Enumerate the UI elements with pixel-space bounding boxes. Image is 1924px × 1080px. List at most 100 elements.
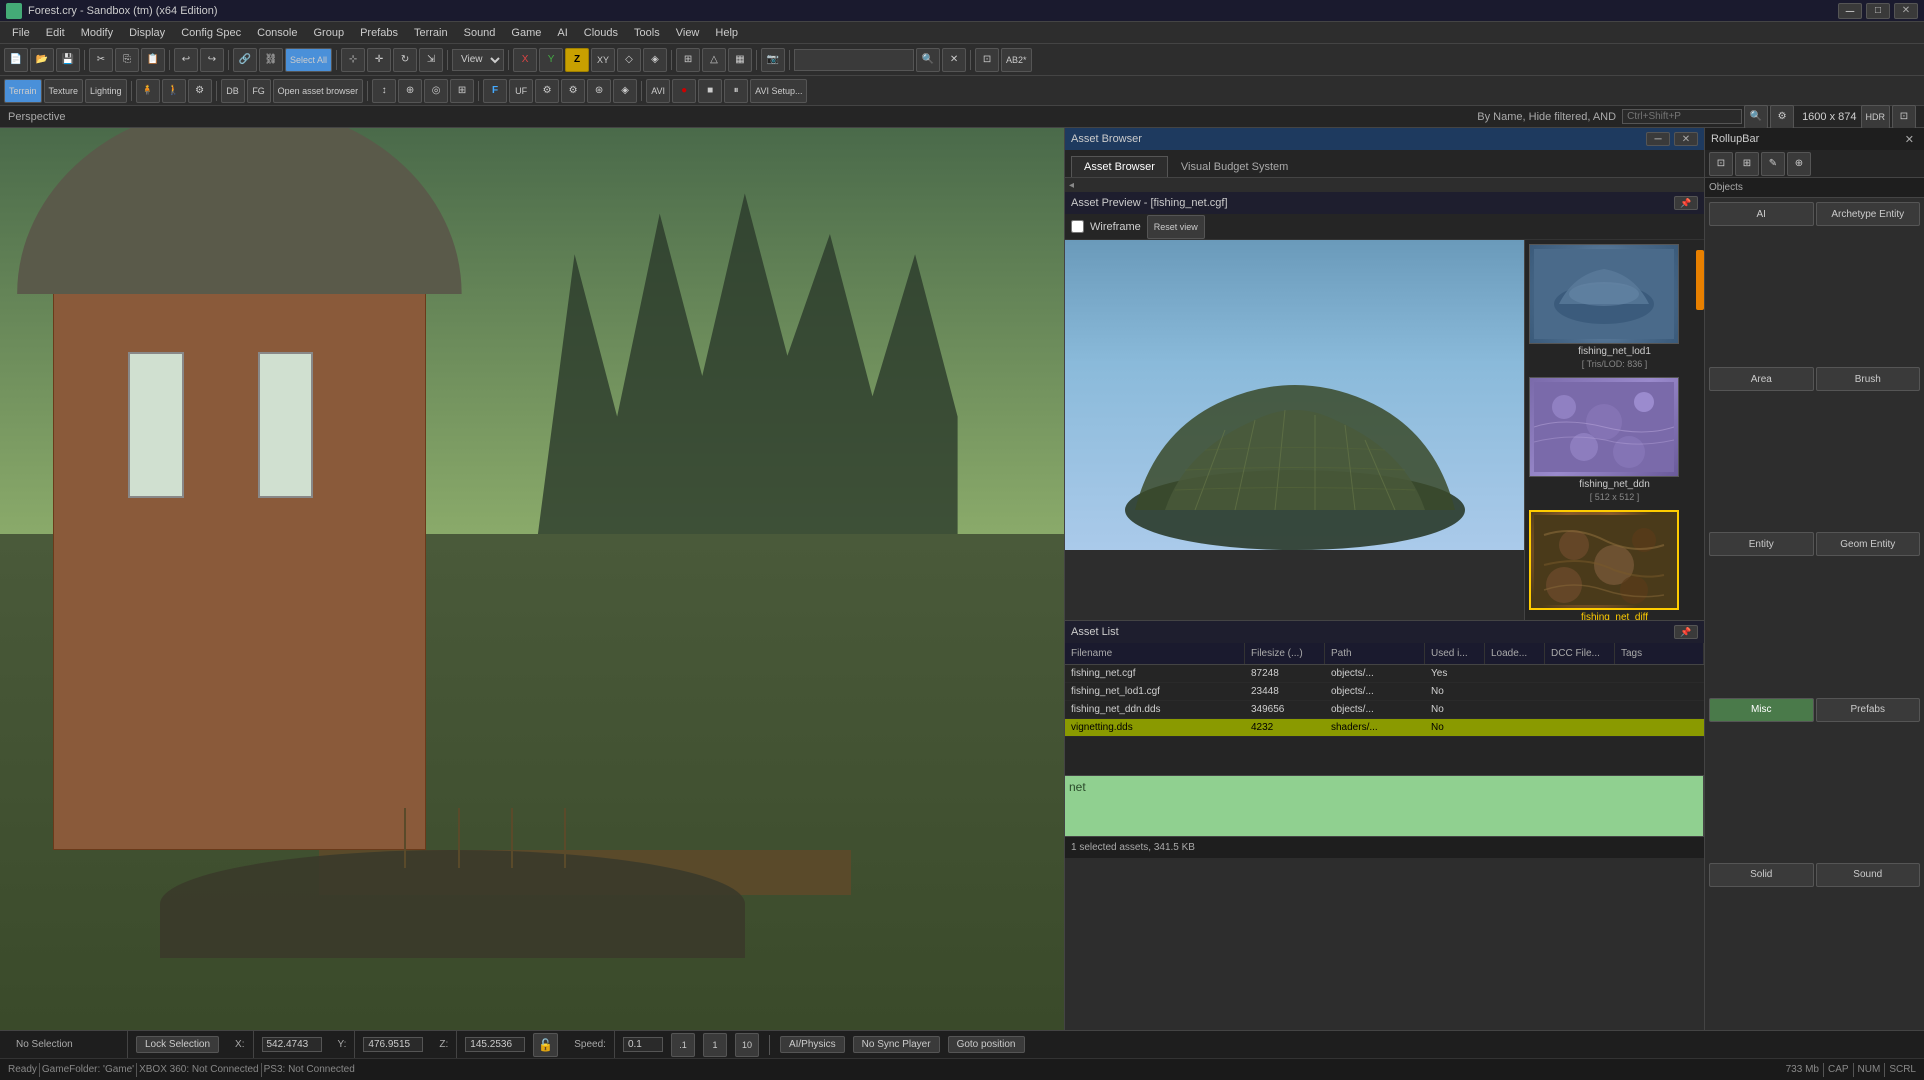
asset-row-2[interactable]: fishing_net_ddn.dds 349656 objects/... N… (1065, 701, 1704, 719)
tab-asset-browser[interactable]: Asset Browser (1071, 156, 1168, 177)
rb-btn-sound[interactable]: Sound (1816, 863, 1921, 887)
char-button[interactable]: 🧍 (136, 79, 160, 103)
menu-configspec[interactable]: Config Spec (173, 25, 249, 41)
stop-button[interactable]: ■ (698, 79, 722, 103)
menu-display[interactable]: Display (121, 25, 173, 41)
speed-10[interactable]: 10 (735, 1033, 759, 1057)
save-button[interactable]: 💾 (56, 48, 80, 72)
paste-button[interactable]: 📋 (141, 48, 165, 72)
select-all-button[interactable]: Select All (285, 48, 332, 72)
search-clear-button[interactable]: ✕ (942, 48, 966, 72)
search-viewport-button[interactable]: 🔍 (1744, 105, 1768, 129)
tab-visual-budget[interactable]: Visual Budget System (1168, 156, 1301, 177)
menu-prefabs[interactable]: Prefabs (352, 25, 406, 41)
viewport[interactable] (0, 128, 1064, 1030)
open-button[interactable]: 📂 (30, 48, 54, 72)
preview-pin-button[interactable]: 📌 (1674, 196, 1698, 210)
rb-btn-area[interactable]: Area (1709, 367, 1814, 391)
tool4-button[interactable]: ⊞ (450, 79, 474, 103)
f-button[interactable]: F (483, 79, 507, 103)
scale-button[interactable]: ⇲ (419, 48, 443, 72)
tool5-button[interactable]: ⊛ (587, 79, 611, 103)
menu-tools[interactable]: Tools (626, 25, 668, 41)
coord-y-input[interactable] (363, 1037, 423, 1052)
speed-1[interactable]: 1 (703, 1033, 727, 1057)
menu-group[interactable]: Group (305, 25, 352, 41)
al-pin-button[interactable]: 📌 (1674, 625, 1698, 639)
search-field[interactable] (1622, 109, 1742, 124)
ab-minimize-button[interactable]: ─ (1646, 132, 1670, 146)
db-button[interactable]: DB (221, 79, 245, 103)
uf-button[interactable]: UF (509, 79, 533, 103)
rb-btn-entity[interactable]: Entity (1709, 532, 1814, 556)
tool3-button[interactable]: ◎ (424, 79, 448, 103)
rb-icon4[interactable]: ⊕ (1787, 152, 1811, 176)
cam-button[interactable]: 📷 (761, 48, 785, 72)
menu-edit[interactable]: Edit (38, 25, 73, 41)
move-button[interactable]: ✛ (367, 48, 391, 72)
undo-button[interactable]: ↩ (174, 48, 198, 72)
menu-help[interactable]: Help (707, 25, 746, 41)
speed-input[interactable] (623, 1037, 663, 1052)
coord-z-input[interactable] (465, 1037, 525, 1052)
gizmo2-button[interactable]: ◈ (643, 48, 667, 72)
thumbnail-search-text[interactable]: net (1065, 776, 1704, 836)
menu-clouds[interactable]: Clouds (576, 25, 626, 41)
fg-button[interactable]: FG (247, 79, 271, 103)
asset-row-0[interactable]: fishing_net.cgf 87248 objects/... Yes (1065, 665, 1704, 683)
menu-ai[interactable]: AI (549, 25, 575, 41)
snap-button[interactable]: ▦ (728, 48, 752, 72)
rb-btn-ai[interactable]: AI (1709, 202, 1814, 226)
grid-button[interactable]: ⊞ (676, 48, 700, 72)
walk-button[interactable]: 🚶 (162, 79, 186, 103)
ab-close-button[interactable]: ✕ (1674, 132, 1698, 146)
preview-canvas[interactable] (1065, 240, 1524, 550)
rb-icon2[interactable]: ⊞ (1735, 152, 1759, 176)
goto-position-button[interactable]: Goto position (948, 1036, 1025, 1053)
rb-btn-brush[interactable]: Brush (1816, 367, 1921, 391)
angle-button[interactable]: △ (702, 48, 726, 72)
rb-icon1[interactable]: ⊡ (1709, 152, 1733, 176)
tool6-button[interactable]: ◈ (613, 79, 637, 103)
gizmo1-button[interactable]: ◇ (617, 48, 641, 72)
menu-terrain[interactable]: Terrain (406, 25, 456, 41)
link-button[interactable]: 🔗 (233, 48, 257, 72)
search-button[interactable]: 🔍 (916, 48, 940, 72)
reset-view-button[interactable]: Reset view (1147, 215, 1205, 239)
ref-y-button[interactable]: Y (539, 48, 563, 72)
thumbnail-scroll[interactable]: fishing_net_lod1 [ Tris/LOD: 836 ] (1525, 240, 1704, 620)
copy-button[interactable]: ⎘ (115, 48, 139, 72)
physics-button[interactable]: ⚙ (188, 79, 212, 103)
view-select[interactable]: View (452, 49, 504, 71)
rb-btn-archetype[interactable]: Archetype Entity (1816, 202, 1921, 226)
rb-btn-misc[interactable]: Misc (1709, 698, 1814, 722)
menu-console[interactable]: Console (249, 25, 305, 41)
avi-setup-button[interactable]: AVI Setup... (750, 79, 807, 103)
speed-dot1[interactable]: .1 (671, 1033, 695, 1057)
terrain-button[interactable]: Terrain (4, 79, 42, 103)
ref-x-button[interactable]: X (513, 48, 537, 72)
move2-button[interactable]: ↕ (372, 79, 396, 103)
rb-btn-solid[interactable]: Solid (1709, 863, 1814, 887)
lock-selection-button[interactable]: Lock Selection (136, 1036, 219, 1053)
new-button[interactable]: 📄 (4, 48, 28, 72)
lighting-button[interactable]: Lighting (85, 79, 127, 103)
ab2-button[interactable]: AB2* (1001, 48, 1032, 72)
select-button[interactable]: ⊹ (341, 48, 365, 72)
unlink-button[interactable]: ⛓ (259, 48, 283, 72)
record-button[interactable]: ● (672, 79, 696, 103)
open-asset-browser-button[interactable]: Open asset browser (273, 79, 364, 103)
thumbnail-ddn[interactable]: fishing_net_ddn [ 512 x 512 ] (1529, 377, 1700, 502)
redo-button[interactable]: ↪ (200, 48, 224, 72)
pause-button[interactable]: ⏸ (724, 79, 748, 103)
minimize-button[interactable]: ─ (1838, 3, 1862, 19)
rb-icon3[interactable]: ✎ (1761, 152, 1785, 176)
lock-coords-button[interactable]: 🔓 (533, 1033, 558, 1057)
ref-z-button[interactable]: Z (565, 48, 589, 72)
asset-row-1[interactable]: fishing_net_lod1.cgf 23448 objects/... N… (1065, 683, 1704, 701)
rollupbar-close-button[interactable]: ✕ (1901, 133, 1918, 146)
snap2-button[interactable]: ⊕ (398, 79, 422, 103)
collapse-icon[interactable]: ◂ (1069, 180, 1074, 191)
search-input[interactable] (794, 49, 914, 71)
fullscreen-button[interactable]: ⊡ (1892, 105, 1916, 129)
